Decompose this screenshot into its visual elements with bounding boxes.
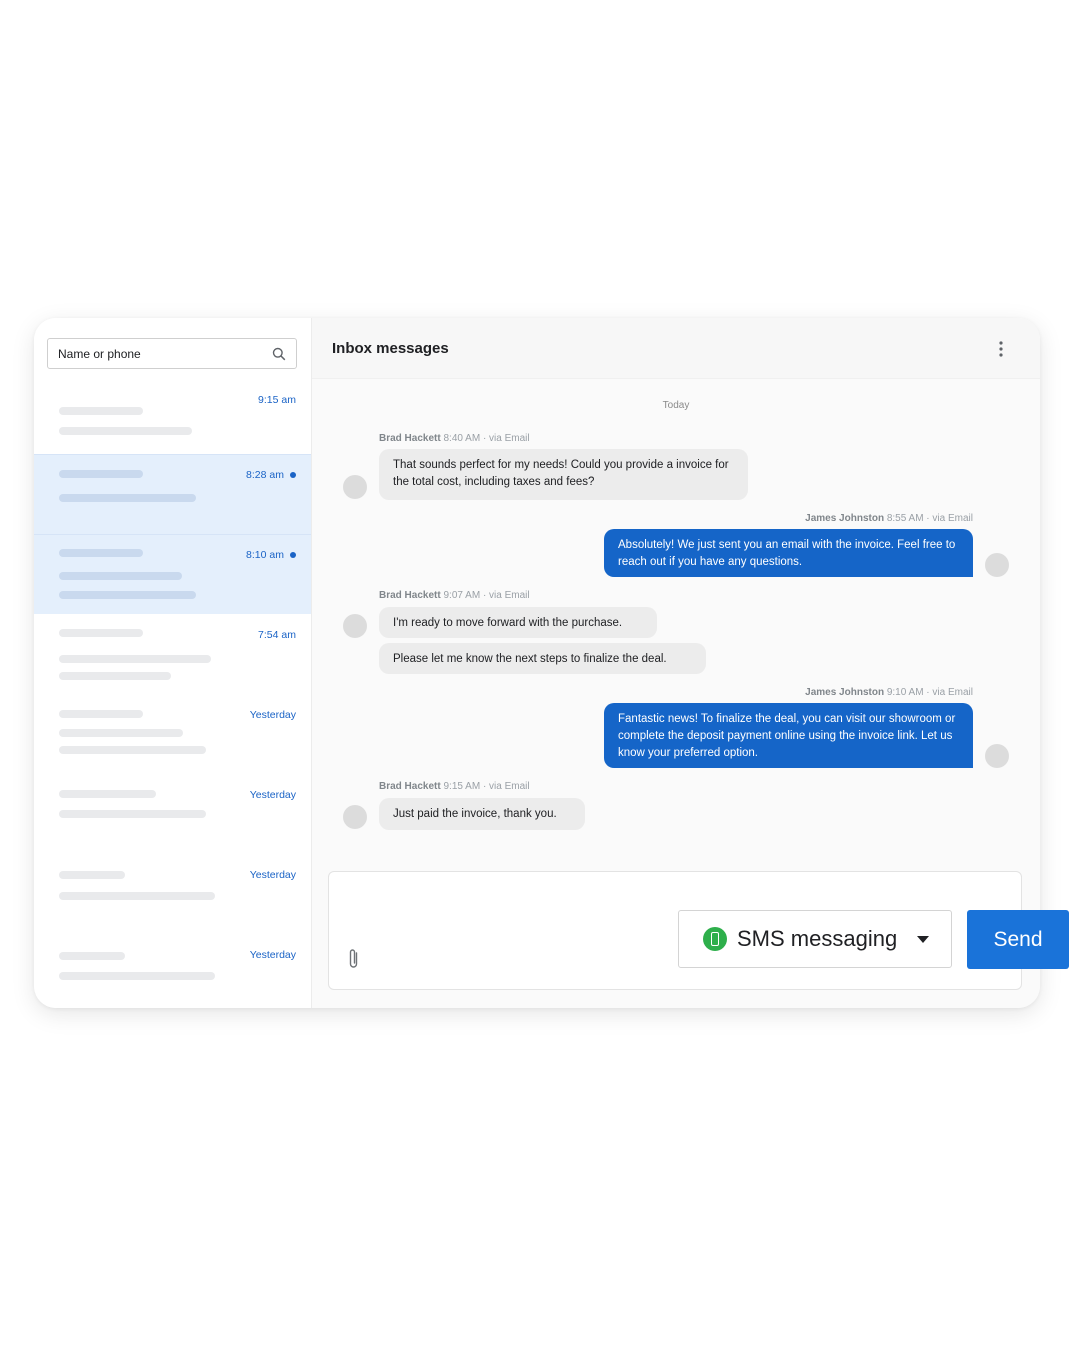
conversation-item[interactable]: Yesterday <box>34 854 311 934</box>
placeholder-line <box>59 810 206 818</box>
conversation-item[interactable]: 9:15 am <box>34 378 311 458</box>
conversation-item[interactable]: 8:10 am <box>34 534 311 614</box>
search-input[interactable] <box>58 345 258 363</box>
message-meta: James Johnston 8:55 AM · via Email <box>805 513 973 524</box>
incoming-message: Just paid the invoice, thank you. <box>379 798 585 830</box>
channel-label: SMS messaging <box>737 926 898 951</box>
phone-icon <box>703 927 727 951</box>
conversation-item[interactable]: 7:54 am <box>34 614 311 694</box>
more-options-icon[interactable] <box>998 340 1004 358</box>
placeholder-line <box>59 972 215 980</box>
conversation-time: 8:10 am <box>246 549 296 561</box>
paperclip-icon[interactable] <box>346 947 362 971</box>
placeholder-line <box>59 892 215 900</box>
conversation-time: 8:28 am <box>246 469 296 481</box>
sender-name: James Johnston <box>805 687 885 698</box>
placeholder-line <box>59 746 206 754</box>
sender-name: Brad Hackett <box>379 590 441 601</box>
conversation-item[interactable]: Yesterday <box>34 934 311 1008</box>
placeholder-line <box>59 790 156 798</box>
message-meta: Brad Hackett 9:15 AM · via Email <box>379 781 530 792</box>
avatar <box>343 475 367 499</box>
conversation-time: Yesterday <box>249 949 296 961</box>
message-meta: Brad Hackett 9:07 AM · via Email <box>379 590 530 601</box>
conversation-item[interactable]: Yesterday <box>34 694 311 774</box>
placeholder-line <box>59 952 125 960</box>
placeholder-line <box>59 407 143 415</box>
pane-header: Inbox messages <box>312 318 1040 379</box>
placeholder-line <box>59 729 183 737</box>
conversation-item[interactable]: Yesterday <box>34 774 311 854</box>
search-icon[interactable] <box>272 347 286 361</box>
channel-select[interactable]: SMS messaging <box>678 910 952 968</box>
placeholder-line <box>59 871 125 879</box>
placeholder-line <box>59 572 182 580</box>
message-meta: James Johnston 9:10 AM · via Email <box>805 687 973 698</box>
conversation-item[interactable]: 8:28 am <box>34 454 311 534</box>
search-box[interactable] <box>47 338 297 369</box>
placeholder-line <box>59 494 196 502</box>
conversation-time: Yesterday <box>249 789 296 801</box>
day-separator: Today <box>662 400 690 411</box>
conversation-time: 7:54 am <box>258 629 296 641</box>
placeholder-line <box>59 672 171 680</box>
placeholder-line <box>59 655 211 663</box>
message-pane: Inbox messages Today Brad Hackett 8:40 A… <box>312 318 1040 1008</box>
incoming-message: I'm ready to move forward with the purch… <box>379 607 657 638</box>
sender-name: Brad Hackett <box>379 781 441 792</box>
conversation-time: 9:15 am <box>258 394 296 406</box>
page-title: Inbox messages <box>332 340 449 357</box>
incoming-message: That sounds perfect for my needs! Could … <box>379 449 748 500</box>
conversation-time: Yesterday <box>249 709 296 721</box>
sender-name: James Johnston <box>805 513 885 524</box>
send-button[interactable]: Send <box>967 910 1069 969</box>
placeholder-line <box>59 549 143 557</box>
placeholder-line <box>59 591 196 599</box>
placeholder-line <box>59 629 143 637</box>
avatar <box>343 805 367 829</box>
avatar <box>343 614 367 638</box>
sender-name: Brad Hackett <box>379 433 441 444</box>
chevron-down-icon <box>917 936 929 943</box>
message-composer[interactable]: SMS messaging <box>328 871 1022 990</box>
placeholder-line <box>59 710 143 718</box>
outgoing-message: Fantastic news! To finalize the deal, yo… <box>604 703 973 768</box>
message-meta: Brad Hackett 8:40 AM · via Email <box>379 433 530 444</box>
conversation-time: Yesterday <box>249 869 296 881</box>
avatar <box>985 553 1009 577</box>
messaging-app: 9:15 am 8:28 am 8:10 am 7:54 am Yesterda… <box>34 318 1040 1008</box>
avatar <box>985 744 1009 768</box>
unread-dot <box>290 552 296 558</box>
placeholder-line <box>59 470 143 478</box>
incoming-message: Please let me know the next steps to fin… <box>379 643 706 674</box>
outgoing-message: Absolutely! We just sent you an email wi… <box>604 529 973 577</box>
placeholder-line <box>59 427 192 435</box>
unread-dot <box>290 472 296 478</box>
conversation-sidebar: 9:15 am 8:28 am 8:10 am 7:54 am Yesterda… <box>34 318 312 1008</box>
